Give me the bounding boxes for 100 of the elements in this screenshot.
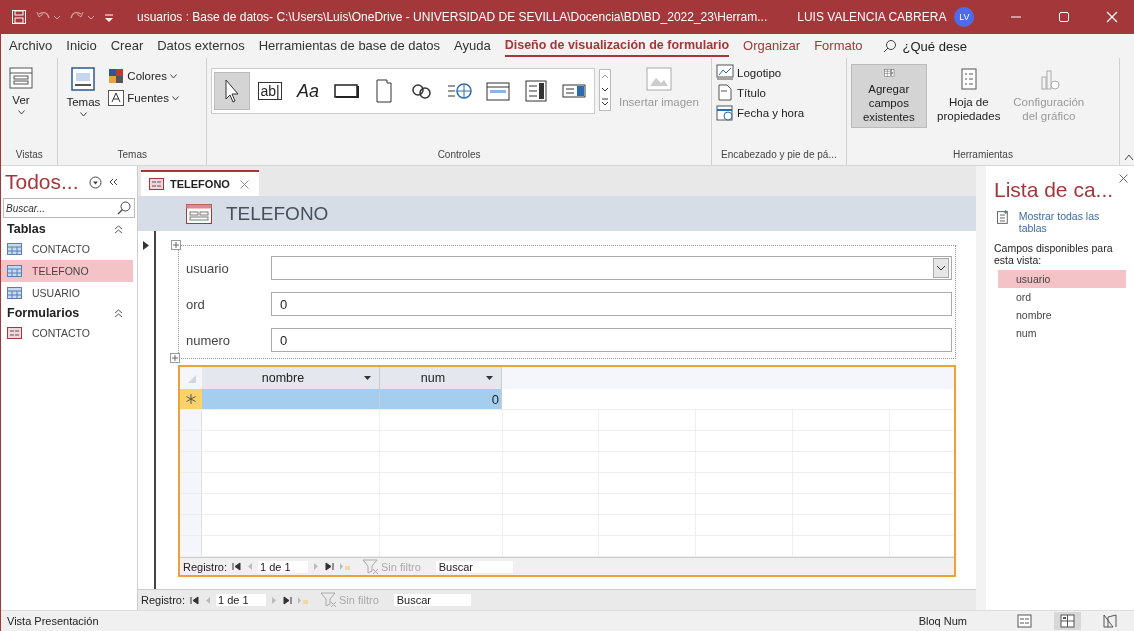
caret-icon[interactable] xyxy=(169,73,177,79)
property-sheet-button[interactable]: Hoja de propiedades xyxy=(930,64,1007,128)
caret-icon[interactable] xyxy=(79,112,87,117)
label-tool[interactable]: Aa xyxy=(290,72,326,110)
title-page-icon xyxy=(716,84,735,101)
layout-view-button[interactable] xyxy=(1054,612,1081,630)
ribbon-tab[interactable]: Crear xyxy=(110,34,144,58)
collapse-group-icon[interactable] xyxy=(114,224,123,234)
text-field[interactable]: 0 xyxy=(271,292,952,316)
field-list-caption: Campos disponibles para esta vista: xyxy=(994,242,1114,266)
add-existing-fields-button[interactable]: Agregar campos existentes xyxy=(850,64,927,128)
sort-arrow-icon[interactable] xyxy=(364,376,371,380)
ribbon-tab[interactable]: Formato xyxy=(814,34,863,58)
field-label: ord xyxy=(186,296,206,312)
pane-title: Lista de ca... xyxy=(994,178,1114,202)
maximize-icon[interactable] xyxy=(1058,11,1071,23)
calendar-clock-icon xyxy=(716,104,735,121)
field-list-item[interactable]: ord xyxy=(998,288,1126,306)
field-label: usuario xyxy=(186,260,230,276)
search-field[interactable]: Buscar xyxy=(393,594,471,606)
record-label: Registro: xyxy=(183,560,228,573)
field-label: numero xyxy=(186,332,232,348)
tell-me-search[interactable]: ¿Qué dese xyxy=(882,38,967,54)
layout-handle-icon[interactable] xyxy=(171,240,181,250)
user-name: LUIS VALENCIA CABRERA xyxy=(797,10,947,24)
nav-pane-item[interactable]: TELEFONO xyxy=(1,260,133,282)
form-icon xyxy=(7,327,22,339)
field-list-item[interactable]: num xyxy=(998,324,1126,342)
nav-pane-item[interactable]: CONTACTO xyxy=(1,238,133,260)
first-record-icon[interactable] xyxy=(232,562,242,571)
search-field[interactable]: Buscar xyxy=(435,560,513,573)
table-cell[interactable]: 0 xyxy=(380,389,502,409)
nav-pane-title[interactable]: Todos... xyxy=(5,170,79,194)
pointer-tool[interactable] xyxy=(214,72,250,110)
collapse-group-icon[interactable] xyxy=(114,308,123,318)
last-record-icon[interactable] xyxy=(325,562,335,571)
text-field[interactable]: 0 xyxy=(271,328,952,352)
collapse-ribbon-icon[interactable] xyxy=(1124,153,1134,161)
ribbon-tab[interactable]: Organizar xyxy=(743,34,801,58)
record-number-field[interactable]: 1 de 1 xyxy=(216,594,267,606)
caret-icon[interactable] xyxy=(17,110,25,115)
title-button[interactable]: Título xyxy=(716,84,805,101)
font-box-icon xyxy=(108,90,125,106)
dropdown-circle-icon[interactable] xyxy=(88,175,102,189)
close-icon[interactable] xyxy=(1119,174,1128,183)
dropdown-icon[interactable] xyxy=(933,258,949,278)
table-icon xyxy=(7,243,22,255)
fonts-button[interactable]: Fuentes xyxy=(108,90,179,106)
field-list-item[interactable]: nombre xyxy=(998,306,1126,324)
image-icon xyxy=(645,67,672,91)
table-icon xyxy=(7,287,22,299)
record-label: Registro: xyxy=(141,594,186,606)
last-record-icon[interactable] xyxy=(283,595,293,605)
search-icon[interactable] xyxy=(117,201,131,215)
textbox-tool[interactable]: ab| xyxy=(252,72,288,110)
search-field[interactable]: Buscar... xyxy=(3,198,135,218)
gallery-scroll-icon[interactable] xyxy=(599,69,611,111)
nav-pane-item[interactable]: CONTACTO xyxy=(1,322,133,344)
group-label: Temas xyxy=(116,149,148,162)
group-label: Encabezado y pie de pá... xyxy=(720,149,838,162)
logo-button[interactable]: Logotipo xyxy=(716,64,805,81)
tell-me-field[interactable]: ¿Qué dese xyxy=(902,38,967,54)
color-swatch-icon xyxy=(108,68,125,84)
themes-button[interactable]: Temas xyxy=(62,64,105,120)
first-record-icon[interactable] xyxy=(190,595,200,605)
group-label: Vistas xyxy=(14,149,44,162)
group-header[interactable]: Tablas xyxy=(7,222,46,236)
colors-button[interactable]: Colores xyxy=(108,68,179,84)
status-text: Vista Presentación xyxy=(7,615,100,627)
group-label: Controles xyxy=(436,149,482,162)
table-icon xyxy=(7,265,22,277)
ribbon-tab[interactable]: Datos externos xyxy=(157,34,245,58)
ribbon-tab[interactable]: Diseño de visualización de formulario xyxy=(504,35,730,57)
group-label: Herramientas xyxy=(951,149,1014,162)
save-icon[interactable] xyxy=(11,9,27,25)
ribbon-tab[interactable]: Ayuda xyxy=(454,34,491,58)
nav-pane-item[interactable]: USUARIO xyxy=(1,282,133,304)
group-header[interactable]: Formularios xyxy=(7,306,80,320)
logo-image-icon xyxy=(716,64,735,81)
form-icon xyxy=(9,67,33,89)
form-icon xyxy=(186,203,212,224)
ribbon-tab[interactable]: Herramientas de base de datos xyxy=(258,34,441,58)
view-button[interactable]: Ver xyxy=(5,64,37,118)
close-icon[interactable] xyxy=(239,179,249,189)
caret-icon[interactable] xyxy=(171,95,179,101)
table-cell[interactable] xyxy=(202,389,380,409)
form-icon xyxy=(149,178,164,190)
record-number-field[interactable]: 1 de 1 xyxy=(258,560,309,573)
date-time-button[interactable]: Fecha y hora xyxy=(716,104,805,121)
ribbon-tab[interactable]: Archivo xyxy=(9,34,53,58)
user-avatar[interactable]: LV xyxy=(954,7,975,27)
document-tab[interactable]: TELEFONO xyxy=(141,170,259,196)
sort-arrow-icon[interactable] xyxy=(486,376,493,380)
layout-handle-icon[interactable] xyxy=(170,353,180,363)
column-header[interactable]: nombre xyxy=(202,367,380,389)
ribbon-tab[interactable]: Inicio xyxy=(66,34,97,58)
field-list-item[interactable]: usuario xyxy=(998,270,1126,288)
show-all-tables-link[interactable]: Mostrar todas las tablas xyxy=(1018,210,1128,234)
collapse-pane-icon[interactable] xyxy=(107,177,118,187)
column-header[interactable]: num xyxy=(380,367,502,389)
